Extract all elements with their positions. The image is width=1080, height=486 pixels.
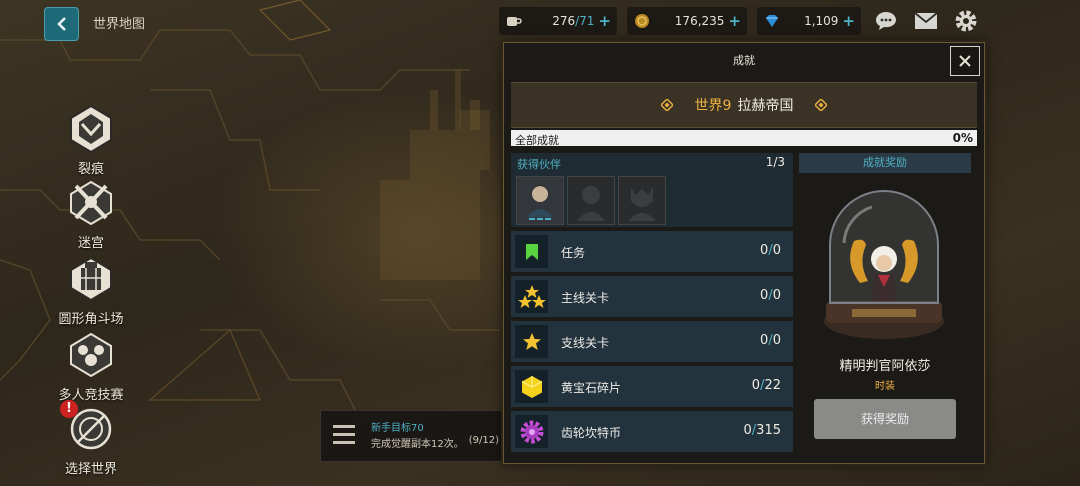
partner-portrait-icon <box>527 185 553 220</box>
gold-coin-icon <box>633 12 651 30</box>
partners-count: 1/3 <box>765 155 785 169</box>
achievement-row: 黄宝石碎片 0/22 <box>511 366 793 407</box>
diamond-icon <box>660 99 673 111</box>
menu-labyrinth-label: 迷宫 <box>77 236 104 251</box>
settings-button[interactable] <box>953 8 979 34</box>
panel-title: 成就 <box>733 54 755 67</box>
bookmark-icon <box>515 235 548 268</box>
chat-button[interactable] <box>873 8 899 34</box>
achievement-total: 0 <box>772 243 781 258</box>
close-button[interactable] <box>950 46 980 76</box>
achievement-name: 主线关卡 <box>561 291 610 305</box>
partner-slot-locked[interactable] <box>618 176 666 225</box>
menu-colosseum-label: 圆形角斗场 <box>58 312 124 327</box>
achievement-done: 0 <box>743 423 752 438</box>
notice-progress: (9/12) <box>468 435 499 446</box>
triple-star-icon <box>515 280 548 313</box>
star-icon <box>515 325 548 358</box>
reward-name: 精明判官阿依莎 <box>839 359 931 374</box>
add-gem-button[interactable]: + <box>842 12 855 30</box>
menu-select-world[interactable]: 选择世界 <box>48 404 134 477</box>
partner-slot-unlocked[interactable] <box>516 176 564 225</box>
gear-coin-icon <box>515 415 548 448</box>
partner-slot-locked[interactable] <box>567 176 615 225</box>
achievement-row: 支线关卡 0/0 <box>511 321 793 362</box>
gear-icon <box>955 10 977 32</box>
world-number: 世界9 <box>694 98 732 114</box>
achievement-row: 主线关卡 0/0 <box>511 276 793 317</box>
world-name: 拉赫帝国 <box>737 98 794 114</box>
locked-partner-silhouette-icon <box>577 186 605 221</box>
overall-progress-label: 全部成就 <box>515 134 559 147</box>
menu-select-world-label: 选择世界 <box>64 462 117 477</box>
menu-rift[interactable]: 裂痕 <box>48 104 134 177</box>
achievement-list: 任务 0/0 主线关卡 0/0 支线关卡 0/0 黄宝石碎片 0/22 齿轮坎特… <box>511 231 793 456</box>
partners-section: 获得伙伴 1/3 <box>511 153 793 227</box>
diamond-icon <box>815 99 828 111</box>
gem-value: 1,109 <box>804 14 839 28</box>
colosseum-emblem-icon <box>70 256 112 302</box>
locked-partner-silhouette-icon <box>628 187 656 221</box>
chevron-left-icon <box>56 17 66 31</box>
partners-label: 获得伙伴 <box>517 158 561 171</box>
menu-multiplayer-arena-label: 多人竞技赛 <box>58 388 124 403</box>
reward-type: 时装 <box>875 381 895 392</box>
add-gold-button[interactable]: + <box>728 12 741 30</box>
costume-display-globe-icon[interactable] <box>822 183 946 343</box>
page-title: 世界地图 <box>93 17 146 32</box>
overall-progress-bar: 全部成就 0% <box>511 130 977 147</box>
notice-title: 新手目标70 <box>371 423 424 434</box>
add-stamina-button[interactable]: + <box>598 12 611 30</box>
stamina-value: 276 <box>552 14 576 28</box>
gem-icon <box>763 12 781 30</box>
stamina-cap: 71 <box>579 14 595 28</box>
menu-labyrinth[interactable]: 迷宫 <box>48 178 134 251</box>
achievement-total: 22 <box>764 378 781 393</box>
reward-header: 成就奖励 <box>799 153 971 173</box>
chat-icon <box>876 12 896 30</box>
achievement-row: 任务 0/0 <box>511 231 793 272</box>
achievement-name: 黄宝石碎片 <box>561 381 622 395</box>
world-banner: 世界9 拉赫帝国 <box>511 82 977 128</box>
menu-icon[interactable] <box>333 425 355 449</box>
menu-multiplayer-arena[interactable]: 多人竞技赛 <box>48 330 134 403</box>
gem-counter: 1,109 + <box>757 7 861 35</box>
claim-reward-button[interactable]: 获得奖励 <box>814 399 956 439</box>
quest-notice[interactable]: 新手目标70 完成觉醒副本12次。 (9/12) <box>320 410 508 462</box>
achievement-total: 0 <box>772 288 781 303</box>
labyrinth-emblem-icon <box>70 180 112 226</box>
close-icon <box>959 55 971 67</box>
topaz-shard-icon <box>515 370 548 403</box>
alert-badge: ! <box>60 400 78 418</box>
notice-desc: 完成觉醒副本12次。 <box>371 439 464 450</box>
menu-rift-label: 裂痕 <box>77 162 104 177</box>
achievement-done: 0 <box>751 378 761 393</box>
rift-emblem-icon <box>70 104 112 154</box>
achievement-total: 315 <box>756 423 781 438</box>
stamina-counter: 276/71 + <box>499 7 617 35</box>
achievement-name: 齿轮坎特币 <box>561 426 622 440</box>
achievement-name: 支线关卡 <box>561 336 610 350</box>
gold-value: 176,235 <box>674 14 725 28</box>
mail-button[interactable] <box>913 8 939 34</box>
achievement-panel: 成就 世界9 拉赫帝国 全部成就 0% 获得伙伴 1/3 任务 0/0 主线关卡… <box>503 42 985 464</box>
achievement-row: 齿轮坎特币 0/315 <box>511 411 793 452</box>
back-button[interactable] <box>44 7 79 41</box>
coffee-icon <box>505 12 523 30</box>
achievement-name: 任务 <box>561 246 586 260</box>
mail-icon <box>914 12 938 29</box>
menu-colosseum[interactable]: 圆形角斗场 <box>48 254 134 327</box>
arena-emblem-icon <box>70 332 112 378</box>
achievement-total: 0 <box>772 333 781 348</box>
overall-progress-percent: 0% <box>952 131 973 145</box>
gold-counter: 176,235 + <box>627 7 747 35</box>
